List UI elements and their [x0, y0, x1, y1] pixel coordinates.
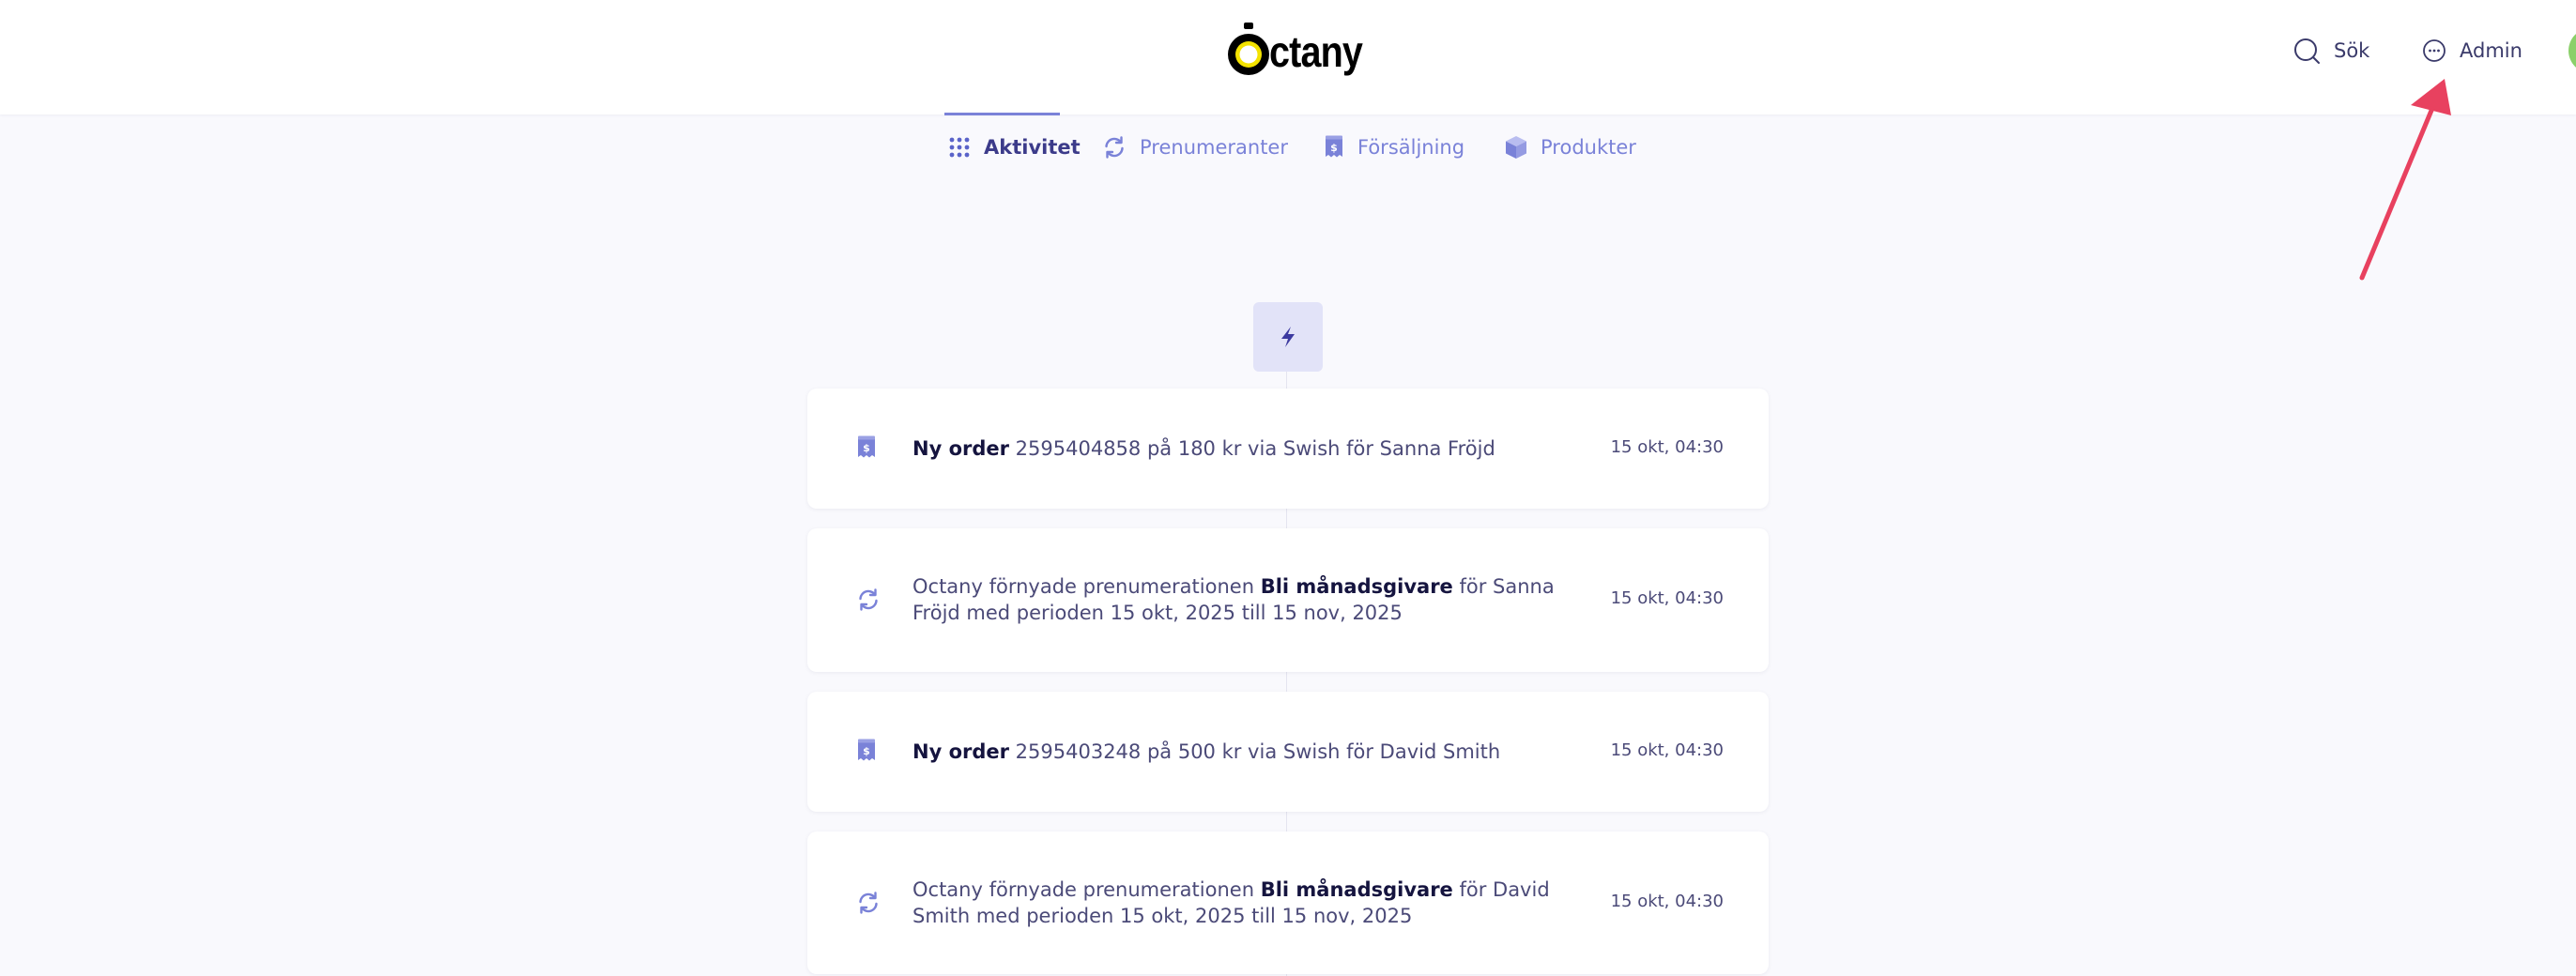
grid-icon — [949, 137, 970, 158]
tab-aktivitet[interactable]: Aktivitet — [948, 114, 1081, 180]
activity-highlight: Ny order — [912, 740, 1009, 763]
activity-header-badge — [1253, 302, 1323, 372]
refresh-icon — [859, 588, 878, 611]
receipt-icon: $ — [858, 435, 875, 458]
octany-logo-mark-icon — [1228, 23, 1269, 75]
search-icon — [2294, 38, 2320, 64]
octany-logo[interactable]: ctany — [1220, 21, 1377, 79]
brand-name: ctany — [1269, 27, 1363, 76]
bolt-icon — [1281, 327, 1295, 347]
activity-item[interactable]: Octany förnyade prenumerationen Bli måna… — [807, 528, 1769, 672]
subscription-name: Bli månadsgivare — [1260, 878, 1453, 901]
tab-forsaljning[interactable]: $ Försäljning — [1324, 114, 1464, 180]
tab-label: Aktivitet — [984, 136, 1081, 159]
svg-text:$: $ — [863, 745, 870, 757]
tab-label: Försäljning — [1357, 136, 1465, 159]
svg-text:$: $ — [863, 442, 870, 454]
receipt-icon: $ — [1326, 135, 1342, 158]
top-header: ctany Sök Admin — [0, 0, 2576, 114]
activity-item[interactable]: $ Ny order 2595404858 på 180 kr via Swis… — [807, 389, 1769, 509]
search-button[interactable]: Sök — [2292, 34, 2369, 68]
activity-item[interactable]: $ Ny order 2595403248 på 500 kr via Swis… — [807, 692, 1769, 812]
more-horizontal-icon — [2423, 39, 2446, 62]
activity-description: Octany förnyade prenumerationen Bli måna… — [912, 575, 1555, 624]
tab-label: Produkter — [1541, 136, 1636, 159]
activity-timestamp: 15 okt, 04:30 — [1610, 437, 1724, 457]
tab-produkter[interactable]: Produkter — [1505, 114, 1636, 180]
avatar[interactable] — [2568, 28, 2576, 73]
activity-timestamp: 15 okt, 04:30 — [1610, 892, 1724, 911]
search-label: Sök — [2334, 39, 2370, 62]
admin-menu-button[interactable]: Admin — [2422, 34, 2522, 68]
refresh-icon — [859, 892, 878, 914]
svg-text:$: $ — [1330, 142, 1338, 154]
admin-label: Admin — [2460, 39, 2522, 62]
activity-highlight: Ny order — [912, 437, 1009, 460]
main-tabs: Aktivitet Prenumeranter $ Försäljning Pr… — [0, 114, 2576, 180]
activity-description: Octany förnyade prenumerationen Bli måna… — [912, 878, 1550, 927]
tab-prenumeranter[interactable]: Prenumeranter — [1102, 114, 1288, 180]
activity-timestamp: 15 okt, 04:30 — [1610, 740, 1724, 760]
active-tab-indicator — [944, 113, 1060, 115]
activity-description: Ny order 2595403248 på 500 kr via Swish … — [912, 740, 1501, 763]
activity-timestamp: 15 okt, 04:30 — [1610, 588, 1724, 608]
activity-item[interactable]: Octany förnyade prenumerationen Bli måna… — [807, 831, 1769, 974]
refresh-icon — [1105, 136, 1124, 159]
tab-label: Prenumeranter — [1140, 136, 1288, 159]
receipt-icon: $ — [858, 739, 875, 761]
activity-description: Ny order 2595404858 på 180 kr via Swish … — [912, 437, 1495, 460]
subscription-name: Bli månadsgivare — [1260, 575, 1453, 598]
box-icon — [1506, 136, 1526, 159]
